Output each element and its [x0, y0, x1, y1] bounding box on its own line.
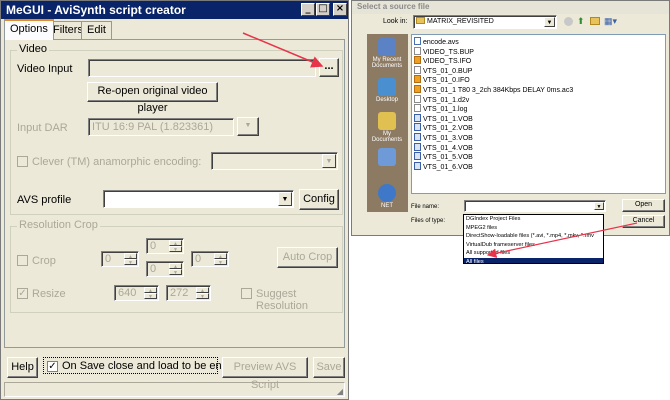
tab-options-label: Options [10, 23, 48, 35]
annotation-arrows [242, 32, 638, 258]
arrow-to-browse [242, 32, 324, 68]
tab-options[interactable]: Options [4, 19, 54, 40]
arrow-to-all-files [486, 222, 638, 258]
